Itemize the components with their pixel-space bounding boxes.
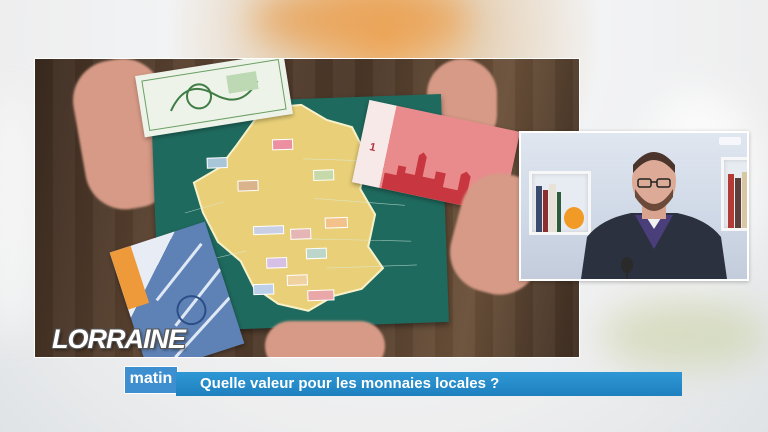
bottom-hand [265,321,385,357]
channel-logo [719,137,741,145]
headline-lower-third: Quelle valeur pour les monnaies locales … [176,372,682,396]
show-title: LORRAINE [52,324,186,354]
show-subtitle-badge: matin [124,366,178,394]
main-photo-local-currencies-map: 1 [34,58,580,358]
banknote-denomination: 1 [368,141,377,155]
guest-speaker [581,152,727,279]
studio-guest-inset [519,131,749,281]
headline-text: Quelle valeur pour les monnaies locales … [200,375,500,392]
